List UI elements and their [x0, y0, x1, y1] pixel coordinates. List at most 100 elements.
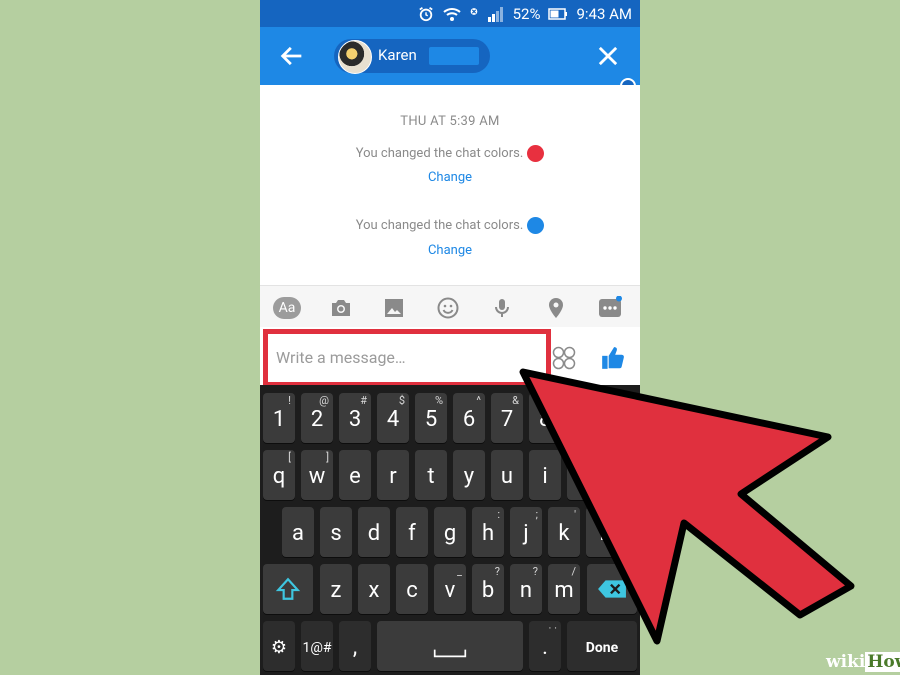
key-label: 3: [348, 407, 362, 432]
key-e[interactable]: e: [339, 450, 371, 500]
key-label: y: [463, 464, 475, 489]
key-u[interactable]: u: [491, 450, 523, 500]
mute-icon: [470, 7, 477, 15]
microphone-icon[interactable]: [490, 296, 514, 320]
change-link[interactable]: Change: [260, 170, 640, 185]
key-alt-label: :: [497, 508, 500, 521]
key-label: 4: [386, 407, 400, 432]
message-input[interactable]: Write a message…: [263, 329, 551, 387]
key-y[interactable]: y: [453, 450, 485, 500]
text-style-button[interactable]: Aa: [273, 297, 301, 319]
key-a[interactable]: a: [282, 507, 314, 557]
key-label: r: [389, 464, 397, 489]
key-q[interactable]: [q: [263, 450, 295, 500]
camera-icon[interactable]: [329, 296, 353, 320]
key-6[interactable]: ^ 6: [453, 393, 485, 443]
key-4[interactable]: $4: [377, 393, 409, 443]
backspace-icon: [598, 580, 626, 598]
message-placeholder: Write a message…: [276, 348, 406, 367]
key-8[interactable]: * 8: [529, 393, 561, 443]
key-f[interactable]: f: [396, 507, 428, 557]
key-m[interactable]: / m: [548, 564, 580, 614]
key-alt-label: $: [398, 394, 405, 407]
key-g[interactable]: g: [434, 507, 466, 557]
key-alt-label: /: [571, 565, 576, 578]
key-label: 7: [500, 407, 514, 432]
key-alt-label: · ·: [548, 622, 557, 635]
key-alt-label: &: [512, 394, 519, 407]
battery-icon: [548, 7, 568, 20]
shift-key[interactable]: [263, 564, 313, 614]
arrow-left-icon[interactable]: [278, 42, 306, 70]
space-key[interactable]: [377, 621, 523, 671]
system-message-text: You changed the chat colors.: [355, 218, 524, 233]
key-j[interactable]: ; j: [510, 507, 542, 557]
key-1[interactable]: ! 1: [263, 393, 295, 443]
sticker-icon[interactable]: [552, 346, 576, 370]
key-l[interactable]: l: [586, 507, 618, 557]
key-label: 8: [538, 407, 552, 432]
system-message: You changed the chat colors.: [260, 145, 640, 162]
contact-name: Karen: [378, 46, 417, 64]
key-label: j: [523, 521, 529, 546]
key-v[interactable]: _ v: [434, 564, 466, 614]
name-redaction: [429, 47, 479, 65]
settings-key[interactable]: ⚙: [263, 621, 295, 671]
key-h[interactable]: :h: [472, 507, 504, 557]
contact-pill[interactable]: Karen: [334, 39, 490, 74]
key-k[interactable]: ' k: [548, 507, 580, 557]
key-b[interactable]: ? b: [472, 564, 504, 614]
key-3[interactable]: #3: [339, 393, 371, 443]
more-icon[interactable]: [598, 296, 622, 320]
symbols-key[interactable]: 1@#: [301, 621, 333, 671]
key-label: s: [330, 521, 342, 546]
key-x[interactable]: x: [358, 564, 390, 614]
key-alt-label: %: [434, 394, 443, 407]
status-bar: 52% 9:43 AM: [260, 0, 640, 27]
key-label: q: [272, 464, 286, 489]
composer-row: Write a message…: [260, 327, 640, 387]
period-key[interactable]: · ·.: [529, 621, 561, 671]
close-icon[interactable]: [594, 42, 622, 70]
space-bar-icon: [433, 649, 467, 658]
key-5[interactable]: % 5: [415, 393, 447, 443]
key-alt-label: ': [574, 508, 576, 521]
key-c[interactable]: c: [396, 564, 428, 614]
key-alt-label: ?: [532, 565, 538, 578]
key-label: v: [444, 578, 456, 603]
wikihow-watermark: wikiHow: [826, 652, 900, 672]
key-w[interactable]: ] w: [301, 450, 333, 500]
system-message: You changed the chat colors.: [260, 217, 640, 234]
key-label: z: [330, 578, 342, 603]
backspace-key[interactable]: [587, 564, 637, 614]
key-alt-label: ;: [535, 508, 538, 521]
key-label: 2: [310, 407, 324, 432]
key-label: d: [367, 521, 381, 546]
location-icon[interactable]: [544, 296, 568, 320]
gallery-icon[interactable]: [382, 296, 406, 320]
change-link[interactable]: Change: [260, 243, 640, 258]
key-z[interactable]: z: [320, 564, 352, 614]
composer-toolbar: Aa: [260, 285, 640, 328]
keyboard: ! 1 @2 #3 $4 % 5 ^ 6 & 7 * 8 [q ] w e r t y u …: [260, 385, 640, 675]
key-o[interactable]: o: [567, 450, 599, 500]
key-label: o: [576, 464, 590, 489]
key-7[interactable]: & 7: [491, 393, 523, 443]
key-n[interactable]: ? n: [510, 564, 542, 614]
key-2[interactable]: @2: [301, 393, 333, 443]
emoji-icon[interactable]: [436, 296, 460, 320]
key-t[interactable]: t: [415, 450, 447, 500]
key-label: h: [481, 521, 495, 546]
key-alt-label: ?: [494, 565, 500, 578]
thumbs-up-icon[interactable]: [600, 345, 626, 371]
key-r[interactable]: r: [377, 450, 409, 500]
comma-key[interactable]: ,: [339, 621, 371, 671]
done-key[interactable]: Done: [567, 621, 637, 671]
key-label: m: [554, 578, 574, 603]
key-label: b: [481, 578, 495, 603]
key-s[interactable]: s: [320, 507, 352, 557]
key-i[interactable]: i: [529, 450, 561, 500]
timestamp: THU AT 5:39 AM: [400, 114, 500, 129]
key-d[interactable]: d: [358, 507, 390, 557]
watermark-wiki: wiki: [826, 652, 866, 672]
